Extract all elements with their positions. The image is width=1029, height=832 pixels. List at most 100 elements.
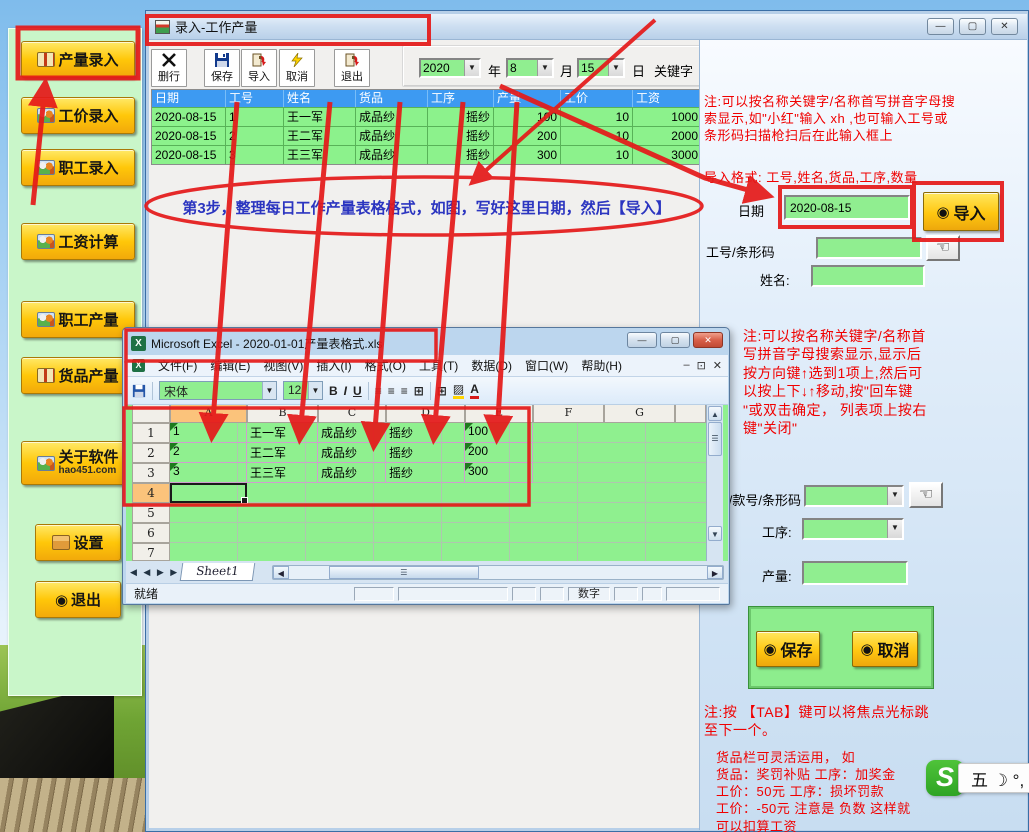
menu-tools[interactable]: 工具(T) [419,357,458,374]
close-button[interactable]: ✕ [991,18,1018,35]
fill-color-icon[interactable]: ▨ [453,382,464,399]
grid-header[interactable]: 姓名 [284,90,356,107]
vertical-scrollbar[interactable]: ▲ ☰ ▼ [706,405,723,561]
cell-C1[interactable]: 成品纱 [318,423,386,443]
table-row[interactable]: 2020-08-153王三军成品纱摇纱300103000 [152,145,702,164]
cell-C3[interactable]: 成品纱 [318,463,386,483]
font-name-select[interactable]: 宋体▼ [159,381,277,400]
day-select[interactable]: 15▼ [577,58,625,78]
row-header-5[interactable]: 5 [132,503,170,523]
row-header-7[interactable]: 7 [132,543,170,561]
maximize-button[interactable]: ▢ [959,18,986,35]
excel-maximize-button[interactable]: ▢ [660,332,690,348]
cell-A3[interactable]: 3 [170,463,247,483]
floppy-icon[interactable] [132,384,146,398]
sidebar-item-staff-entry[interactable]: 职工录入 [21,149,135,186]
menu-format[interactable]: 格式(O) [365,357,406,374]
name-input[interactable] [811,265,925,287]
cell-A1[interactable]: 1 [170,423,247,443]
sidebar-item-about[interactable]: 关于软件hao451.com [21,441,135,485]
sidebar-item-goods-output[interactable]: 货品产量 [21,357,135,394]
doc-close-icon[interactable]: ✕ [713,359,722,372]
italic-icon[interactable]: I [344,384,347,398]
corner-select-all[interactable] [132,405,170,423]
empno-input[interactable] [816,237,922,259]
col-header-H-partial[interactable] [675,405,706,423]
row-header-2[interactable]: 2 [132,443,170,463]
grid-header[interactable]: 工价 [561,90,633,107]
scroll-left-icon[interactable]: ◀ [273,566,289,579]
process-select[interactable]: ▼ [802,518,904,540]
chevron-down-icon[interactable]: ▼ [887,520,902,538]
grid-header[interactable]: 工资 [633,90,702,107]
horizontal-scrollbar[interactable]: ◀ ☰ ▶ [272,565,724,580]
cell-D2[interactable]: 摇纱 [386,443,465,463]
save-button[interactable]: 保存 [204,49,240,87]
cell-D1[interactable]: 摇纱 [386,423,465,443]
sidebar-item-exit[interactable]: ◉退出 [35,581,121,618]
sidebar-item-price-entry[interactable]: 工价录入 [21,97,135,134]
grid-header[interactable]: 货品 [356,90,428,107]
active-cell-A4[interactable] [170,483,247,503]
doc-restore-icon[interactable]: ⊡ [697,359,706,372]
align-left-icon[interactable]: ≡ [375,384,382,398]
col-header-D[interactable]: D [386,405,465,423]
sidebar-item-settings[interactable]: 设置 [35,524,121,561]
underline-icon[interactable]: U [353,384,362,398]
hand-pick-button[interactable]: ☜ [909,482,943,508]
menu-window[interactable]: 窗口(W) [525,357,568,374]
col-header-A[interactable]: A [170,405,247,423]
menu-help[interactable]: 帮助(H) [581,357,622,374]
chevron-down-icon[interactable]: ▼ [262,382,276,399]
cell-B2[interactable]: 王二军 [247,443,318,463]
row-header-1[interactable]: 1 [132,423,170,443]
save-record-button[interactable]: ◉保存 [756,631,820,667]
align-right-icon[interactable]: ≡ [401,384,408,398]
col-header-E[interactable]: E [465,405,533,423]
hand-pick-button[interactable]: ☜ [926,235,960,261]
chevron-down-icon[interactable]: ▼ [608,60,623,76]
cancel-button-toolbar[interactable]: 取消 [279,49,315,87]
ime-bar[interactable]: S 五 ☽ °, [926,760,1029,796]
excel-minimize-button[interactable]: — [627,332,657,348]
cell-B1[interactable]: 王一军 [247,423,318,443]
align-center-icon[interactable]: ≡ [388,384,395,398]
minimize-button[interactable]: — [927,18,954,35]
grid-header[interactable]: 产量 [494,90,561,107]
month-select[interactable]: 8▼ [506,58,554,78]
merge-center-icon[interactable]: ⊞ [414,384,424,398]
excel-sheet-area[interactable]: A B C D E F G 1 2 3 4 5 6 7 1 王一军 成品纱 摇纱… [126,405,728,561]
chevron-down-icon[interactable]: ▼ [887,487,902,505]
cell-E2[interactable]: 200 [465,443,533,463]
tab-sheet1[interactable]: Sheet1 [180,563,255,581]
menu-file[interactable]: 文件(F) [158,357,197,374]
menu-insert[interactable]: 插入(I) [316,357,351,374]
production-grid[interactable]: 日期 工号 姓名 货品 工序 产量 工价 工资 2020-08-151王一军成品… [151,89,703,165]
borders-icon[interactable]: ⊞ [437,384,447,398]
year-select[interactable]: 2020▼ [419,58,481,78]
table-row[interactable]: 2020-08-151王一军成品纱摇纱100101000 [152,107,702,126]
scroll-right-icon[interactable]: ▶ [707,566,723,579]
col-header-G[interactable]: G [604,405,675,423]
table-row[interactable]: 2020-08-152王二军成品纱摇纱200102000 [152,126,702,145]
scroll-down-icon[interactable]: ▼ [708,526,722,541]
menu-view[interactable]: 视图(V) [263,357,303,374]
goods-select[interactable]: ▼ [804,485,904,507]
grid-header[interactable]: 日期 [152,90,226,107]
cell-C2[interactable]: 成品纱 [318,443,386,463]
chevron-down-icon[interactable]: ▼ [308,382,322,399]
grid-header[interactable]: 工号 [226,90,284,107]
excel-close-button[interactable]: ✕ [693,332,723,348]
scrollbar-thumb[interactable]: ☰ [329,566,479,579]
grid-header[interactable]: 工序 [428,90,494,107]
sidebar-item-salary-calc[interactable]: 工资计算 [21,223,135,260]
date-input[interactable] [784,195,910,220]
col-header-F[interactable]: F [533,405,604,423]
cancel-record-button[interactable]: ◉取消 [852,631,918,667]
cell-A2[interactable]: 2 [170,443,247,463]
menu-data[interactable]: 数据(D) [471,357,512,374]
delete-row-button[interactable]: 删行 [151,49,187,87]
bold-icon[interactable]: B [329,384,338,398]
font-size-select[interactable]: 12▼ [283,381,323,400]
scrollbar-thumb[interactable]: ☰ [708,422,722,456]
